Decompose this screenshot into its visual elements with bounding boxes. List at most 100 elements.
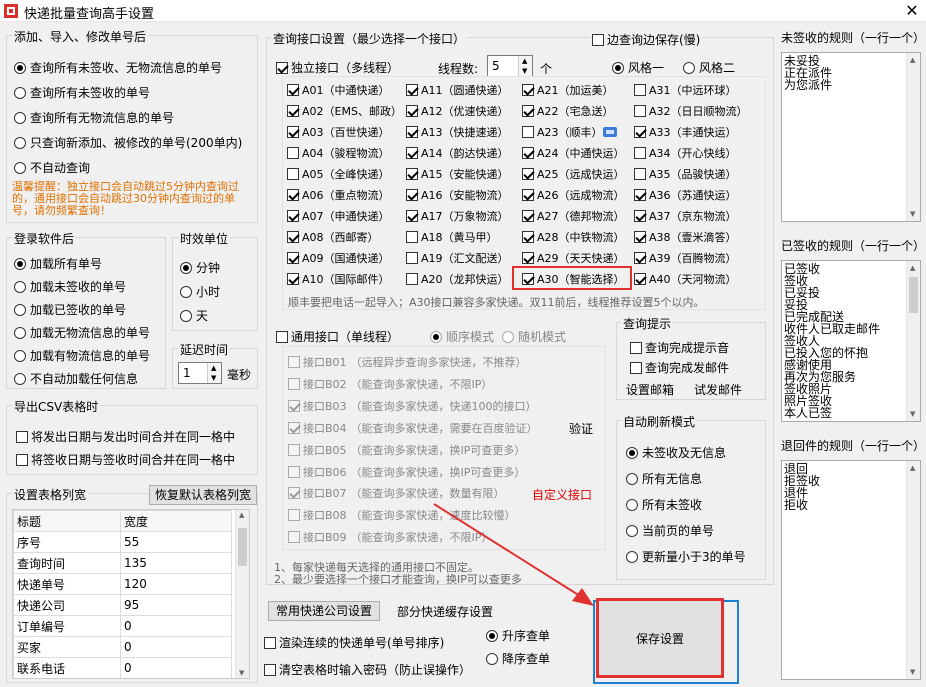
auto-refresh-radio[interactable]: 未签收及无信息 <box>626 444 726 461</box>
table-row[interactable]: 快递单号 120 <box>13 573 232 595</box>
table-scrollbar[interactable]: ▲ ▼ <box>235 510 249 678</box>
independent-api-checkbox-4[interactable]: A31（中远环球） <box>634 82 737 98</box>
table-cell[interactable]: 快递公司 <box>13 594 121 616</box>
independent-api-checkbox-26[interactable]: A17（万象物流） <box>406 208 509 224</box>
independent-api-checkbox-25[interactable]: A07（申通快递） <box>287 208 390 224</box>
general-api-checkbox-6[interactable]: 接口B06 （能查询多家快递，换IP可查更多） <box>288 464 525 480</box>
signed-rules-textarea[interactable]: 已签收 签收 已妥投 妥投 已完成配送 收件人已取走邮件 签收人 已投入您的怀抱 感谢使用 再次为… <box>781 260 921 422</box>
stepper-up-icon[interactable]: ▲ <box>522 57 527 65</box>
setup-mailbox-link[interactable]: 设置邮箱 <box>626 381 674 398</box>
independent-api-checkbox-8[interactable]: A32（日日顺物流） <box>634 103 748 119</box>
login-option-radio[interactable]: 加载未签收的单号 <box>14 278 126 295</box>
independent-api-checkbox-13[interactable]: A04（骏程物流） <box>287 145 390 161</box>
table-cell[interactable]: 135 <box>120 552 232 574</box>
finish-mail-checkbox[interactable]: 查询完成发邮件 <box>630 359 729 376</box>
independent-api-checkbox-31[interactable]: A28（中铁物流） <box>522 229 625 245</box>
independent-api-checkbox-35[interactable]: A29（天天快递） <box>522 250 625 266</box>
reset-column-width-button[interactable]: 恢复默认表格列宽 <box>149 485 257 505</box>
table-cell[interactable]: 55 <box>120 531 232 553</box>
render-continuous-checkbox[interactable]: 渲染连续的快递单号(单号排序) <box>264 634 444 651</box>
csv-merge-send-checkbox[interactable]: 将发出日期与发出时间合并在同一格中 <box>16 428 235 445</box>
independent-api-checkbox-20[interactable]: A35（品骏快递） <box>634 166 737 182</box>
unsigned-scrollbar[interactable]: ▲ ▼ <box>906 53 920 221</box>
independent-api-checkbox-14[interactable]: A14（韵达快递） <box>406 145 509 161</box>
auto-refresh-radio[interactable]: 所有未签收 <box>626 496 702 513</box>
table-row[interactable]: 查询时间 135 <box>13 552 232 574</box>
login-option-radio[interactable]: 不自动加载任何信息 <box>14 370 138 387</box>
table-cell[interactable]: 联系电话 <box>13 657 121 678</box>
random-mode-radio[interactable]: 随机模式 <box>502 328 566 345</box>
table-cell[interactable]: 序号 <box>13 531 121 553</box>
login-option-radio[interactable]: 加载已签收的单号 <box>14 301 126 318</box>
login-option-radio[interactable]: 加载所有单号 <box>14 255 102 272</box>
independent-api-checkbox-6[interactable]: A12（优速快递） <box>406 103 509 119</box>
unsigned-rules-textarea[interactable]: 未妥投 正在派件 为您派件 ▲ ▼ <box>781 52 921 222</box>
independent-api-checkbox-38[interactable]: A20（龙邦快运） <box>406 271 509 287</box>
descending-radio[interactable]: 降序查单 <box>486 650 550 667</box>
independent-api-checkbox-30[interactable]: A18（黄马甲） <box>406 229 498 245</box>
general-api-checkbox-1[interactable]: 接口B01 （远程异步查询多家快递，不推荐） <box>288 354 527 370</box>
independent-api-checkbox-37[interactable]: A10（国际邮件） <box>287 271 390 287</box>
independent-api-checkbox[interactable]: 独立接口（多线程） <box>276 59 399 76</box>
general-api-checkbox-3[interactable]: 接口B03 （能查询多家快递，快递100的接口） <box>288 398 537 414</box>
independent-api-checkbox-36[interactable]: A39（百腾物流） <box>634 250 737 266</box>
independent-api-checkbox-23[interactable]: A26（远成物流） <box>522 187 625 203</box>
verify-link[interactable]: 验证 <box>569 420 593 437</box>
general-api-checkbox[interactable]: 通用接口（单线程） <box>276 328 399 345</box>
independent-api-checkbox-5[interactable]: A02（EMS、邮政） <box>287 103 402 119</box>
finish-sound-checkbox[interactable]: 查询完成提示音 <box>630 339 729 356</box>
login-option-radio[interactable]: 加载有物流信息的单号 <box>14 347 150 364</box>
independent-api-checkbox-22[interactable]: A16（安能物流） <box>406 187 509 203</box>
independent-api-checkbox-21[interactable]: A06（重点物流） <box>287 187 390 203</box>
stepper-down-icon[interactable]: ▼ <box>522 67 527 75</box>
independent-api-checkbox-2[interactable]: A11（圆通快递） <box>406 82 509 98</box>
independent-api-checkbox-33[interactable]: A09（国通快递） <box>287 250 390 266</box>
independent-api-checkbox-17[interactable]: A05（全峰快递） <box>287 166 390 182</box>
table-row[interactable]: 订单编号 0 <box>13 615 232 637</box>
add-option-radio[interactable]: 不自动查询 <box>14 159 90 176</box>
table-row[interactable]: 买家 0 <box>13 636 232 658</box>
table-row[interactable]: 快递公司 95 <box>13 594 232 616</box>
signed-scrollbar[interactable]: ▲ ▼ <box>906 261 920 421</box>
general-api-checkbox-4[interactable]: 接口B04 （能查询多家快递，需要在百度验证） <box>288 420 538 436</box>
save-while-query-checkbox[interactable]: 边查询边保存(慢) <box>590 31 703 48</box>
returned-rules-textarea[interactable]: 退回 拒签收 退件 拒收 ▲ ▼ <box>781 460 921 680</box>
independent-api-checkbox-1[interactable]: A01（中通快递） <box>287 82 390 98</box>
table-cell[interactable]: 0 <box>120 657 232 678</box>
auto-refresh-radio[interactable]: 所有无信息 <box>626 470 702 487</box>
clear-password-checkbox[interactable]: 清空表格时输入密码（防止误操作） <box>264 661 471 678</box>
independent-api-checkbox-3[interactable]: A21（加运美） <box>522 82 614 98</box>
table-cell[interactable]: 快递单号 <box>13 573 121 595</box>
test-mail-link[interactable]: 试发邮件 <box>694 381 742 398</box>
independent-api-checkbox-27[interactable]: A27（德邦物流） <box>522 208 625 224</box>
add-option-radio[interactable]: 查询所有无物流信息的单号 <box>14 109 174 126</box>
table-cell[interactable]: 查询时间 <box>13 552 121 574</box>
independent-api-checkbox-18[interactable]: A15（安能快递） <box>406 166 509 182</box>
table-cell[interactable]: 0 <box>120 636 232 658</box>
general-api-checkbox-7[interactable]: 接口B07 （能查询多家快递，数量有限） <box>288 485 505 501</box>
table-cell[interactable]: 买家 <box>13 636 121 658</box>
auto-refresh-radio[interactable]: 当前页的单号 <box>626 522 714 539</box>
style-one-radio[interactable]: 风格一 <box>612 59 664 76</box>
general-api-checkbox-2[interactable]: 接口B02 （能查询多家快递，不限IP） <box>288 376 492 392</box>
common-couriers-button[interactable]: 常用快递公司设置 <box>268 601 380 621</box>
independent-api-checkbox-12[interactable]: A33（丰通快运） <box>634 124 737 140</box>
returned-scrollbar[interactable]: ▲ ▼ <box>906 461 920 679</box>
threads-stepper[interactable]: 5 ▲ ▼ <box>487 55 533 77</box>
add-option-radio[interactable]: 只查询新添加、被修改的单号(200单内) <box>14 134 242 151</box>
ascending-radio[interactable]: 升序查单 <box>486 627 550 644</box>
auto-refresh-radio[interactable]: 更新量小于3的单号 <box>626 548 746 565</box>
independent-api-checkbox-24[interactable]: A36（苏通快运） <box>634 187 737 203</box>
independent-api-checkbox-9[interactable]: A03（百世快递） <box>287 124 390 140</box>
add-option-radio[interactable]: 查询所有未签收的单号 <box>14 84 150 101</box>
delay-stepper[interactable]: 1 ▲ ▼ <box>178 362 222 384</box>
time-unit-radio[interactable]: 天 <box>180 307 208 324</box>
independent-api-checkbox-7[interactable]: A22（宅急送） <box>522 103 614 119</box>
independent-api-checkbox-16[interactable]: A34（开心快线） <box>634 145 737 161</box>
independent-api-checkbox-34[interactable]: A19（汇文配送） <box>406 250 509 266</box>
style-two-radio[interactable]: 风格二 <box>683 59 735 76</box>
table-row[interactable]: 序号 55 <box>13 531 232 553</box>
login-option-radio[interactable]: 加载无物流信息的单号 <box>14 324 150 341</box>
time-unit-radio[interactable]: 小时 <box>180 283 220 300</box>
independent-api-checkbox-19[interactable]: A25（远成快运） <box>522 166 625 182</box>
